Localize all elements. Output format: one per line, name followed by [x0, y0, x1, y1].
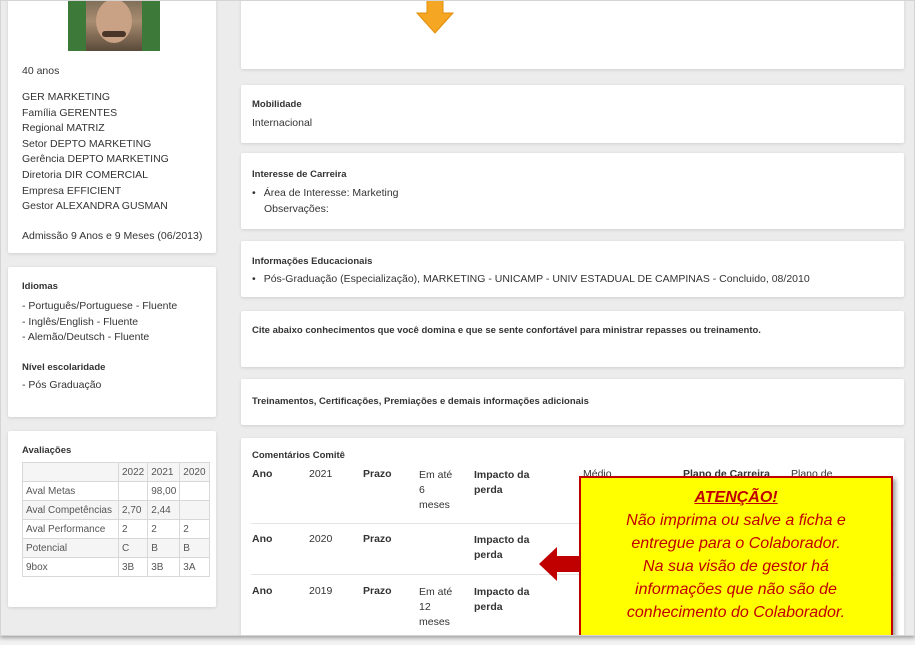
profile-card: 40 anos GER MARKETING Família GERENTES R… [8, 1, 216, 253]
career-interest-title: Interesse de Carreira [252, 169, 347, 180]
education-info-text: Pós-Graduação (Especialização), MARKETIN… [263, 273, 810, 285]
table-row: Aval Performance 2 2 2 [22, 519, 210, 539]
career-notes-text: Observações: [264, 203, 329, 215]
education-info-card: Informações Educacionais Pós-Graduação (… [241, 241, 904, 297]
table-cell: 3B [147, 557, 181, 577]
table-cell: 3A [179, 557, 210, 577]
table-cell: 2 [179, 519, 210, 539]
career-interest-card: Interesse de Carreira Área de Interesse:… [241, 153, 904, 229]
career-area-item: Área de Interesse: Marketing [252, 187, 399, 199]
mobility-value: Internacional [252, 117, 313, 129]
info-line: Família GERENTES [22, 106, 118, 119]
year-label: Ano [252, 468, 273, 480]
callout-line: entregue para o Colaborador. [631, 535, 841, 552]
info-line: Empresa EFFICIENT [22, 184, 122, 197]
table-cell [22, 462, 119, 482]
year-value: 2020 [309, 533, 333, 545]
trainings-title: Treinamentos, Certificações, Premiações … [252, 396, 589, 407]
table-cell: 3B [117, 557, 149, 577]
language-item: - Português/Portuguese - Fluente [22, 300, 178, 312]
table-cell: Aval Competências [22, 500, 119, 520]
mobility-title: Mobilidade [252, 99, 302, 110]
deadline-label: Prazo [363, 533, 392, 545]
table-cell: 2,70 [117, 500, 149, 520]
table-cell: 2 [147, 519, 181, 539]
knowledge-card: Cite abaixo conhecimentos que você domin… [241, 311, 904, 367]
table-cell: 2 [117, 519, 149, 539]
avatar [68, 1, 160, 51]
table-cell: C [117, 538, 149, 558]
evaluations-title: Avaliações [22, 445, 72, 456]
education-level-value: - Pós Graduação [22, 379, 102, 391]
evaluations-card: Avaliações 2022 2021 2020 Aval Metas 98,… [8, 431, 216, 607]
deadline-label: Prazo [363, 585, 392, 597]
impact-label: Impacto da perda [474, 534, 530, 561]
callout-line: informações que não são de [635, 581, 837, 598]
table-row: Aval Competências 2,70 2,44 [22, 500, 210, 520]
info-line: Diretoria DIR COMERCIAL [22, 168, 149, 181]
year-label: Ano [252, 585, 273, 597]
callout-line: Não imprima ou salve a ficha e [626, 512, 846, 529]
table-cell: 9box [22, 557, 119, 577]
profile-info-list: GER MARKETING Família GERENTES Regional … [22, 90, 169, 215]
impact-label: Impacto da perda [474, 586, 530, 613]
info-line: Gerência DEPTO MARKETING [22, 153, 169, 166]
table-cell [117, 481, 149, 501]
warning-callout: ATENÇÃO! Não imprima ou salve a ficha e … [579, 476, 893, 635]
table-cell: 98,00 [147, 481, 181, 501]
admission-text: Admissão 9 Anos e 9 Meses (06/2013) [22, 230, 203, 242]
table-cell [179, 500, 210, 520]
languages-card: Idiomas - Português/Portuguese - Fluente… [8, 267, 216, 417]
table-row: Aval Metas 98,00 [22, 481, 210, 501]
employee-profile-window: 40 anos GER MARKETING Família GERENTES R… [0, 0, 915, 636]
education-level-title: Nível escolaridade [22, 362, 106, 373]
committee-title: Comentários Comitê [252, 450, 345, 461]
info-line: Setor DEPTO MARKETING [22, 137, 152, 150]
deadline-value: Em até 6 meses [419, 469, 453, 511]
year-label: Ano [252, 533, 273, 545]
language-item: - Alemão/Deutsch - Fluente [22, 331, 150, 343]
info-line: Gestor ALEXANDRA GUSMAN [22, 200, 168, 213]
evaluations-table: 2022 2021 2020 Aval Metas 98,00 Aval Com… [22, 462, 210, 577]
table-cell: B [147, 538, 181, 558]
callout-title: ATENÇÃO! [694, 489, 778, 506]
table-cell: Potencial [22, 538, 119, 558]
callout-line: Na sua visão de gestor há [643, 558, 829, 575]
deadline-value: Em até 12 meses [419, 586, 453, 628]
table-cell: 2021 [147, 462, 181, 482]
deadline-label: Prazo [363, 468, 392, 480]
down-arrow-icon [415, 1, 455, 34]
info-line: GER MARKETING [22, 91, 111, 103]
mobility-card: Mobilidade Internacional [241, 85, 904, 143]
table-row: Potencial C B B [22, 538, 210, 558]
table-cell: B [179, 538, 210, 558]
impact-label: Impacto da perda [474, 469, 530, 496]
education-info-item: Pós-Graduação (Especialização), MARKETIN… [252, 273, 810, 285]
table-header-row: 2022 2021 2020 [22, 462, 210, 482]
languages-list: - Português/Portuguese - Fluente - Inglê… [22, 299, 177, 346]
education-info-title: Informações Educacionais [252, 256, 373, 267]
table-row: 9box 3B 3B 3A [22, 557, 210, 577]
trainings-card: Treinamentos, Certificações, Premiações … [241, 379, 904, 425]
table-cell: Aval Metas [22, 481, 119, 501]
language-item: - Inglês/English - Fluente [22, 315, 139, 328]
table-cell: Aval Performance [22, 519, 119, 539]
age-text: 40 anos [22, 65, 60, 77]
languages-title: Idiomas [22, 281, 58, 292]
year-value: 2019 [309, 585, 333, 597]
year-value: 2021 [309, 468, 333, 480]
info-line: Regional MATRIZ [22, 122, 105, 135]
table-cell [179, 481, 210, 501]
table-cell: 2022 [117, 462, 149, 482]
callout-line: conhecimento do Colaborador. [626, 604, 846, 621]
career-area-text: Área de Interesse: Marketing [263, 187, 399, 199]
knowledge-title: Cite abaixo conhecimentos que você domin… [252, 325, 761, 336]
table-cell: 2,44 [147, 500, 181, 520]
top-card [241, 1, 904, 69]
table-cell: 2020 [179, 462, 210, 482]
